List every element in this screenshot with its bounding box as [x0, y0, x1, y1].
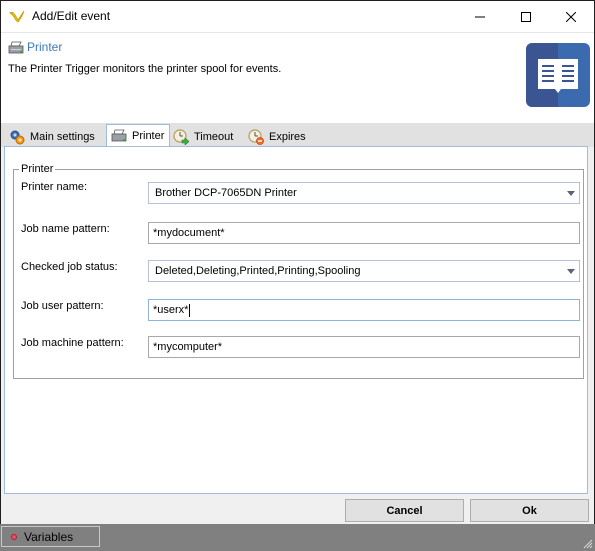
status-dot-icon — [11, 533, 17, 540]
job-user-pattern-value: *userx* — [153, 304, 189, 316]
trigger-description: The Printer Trigger monitors the printer… — [8, 63, 282, 75]
tab-label: Printer — [132, 130, 165, 142]
tab-expires[interactable]: Expires — [248, 126, 306, 147]
job-machine-pattern-label: Job machine pattern: — [21, 337, 124, 349]
add-edit-event-dialog: Add/Edit event Printer The Printer Trigg… — [0, 0, 595, 524]
app-logo-icon — [9, 10, 25, 23]
checked-job-status-label: Checked job status: — [21, 261, 118, 273]
tab-label: Timeout — [194, 130, 234, 143]
printer-name-dropdown[interactable]: Brother DCP-7065DN Printer — [148, 182, 580, 204]
tab-printer[interactable]: Printer — [106, 124, 171, 147]
job-name-pattern-label: Job name pattern: — [21, 223, 110, 235]
book-icon — [526, 43, 590, 107]
job-machine-pattern-value: *mycomputer* — [153, 341, 223, 353]
printer-icon — [111, 129, 127, 142]
checked-job-status-value: Deleted,Deleting,Printed,Printing,Spooli… — [155, 265, 361, 277]
maximize-button[interactable] — [503, 1, 549, 32]
close-button[interactable] — [548, 1, 594, 32]
job-name-pattern-input[interactable]: *mydocument* — [148, 222, 580, 244]
clock-stop-icon — [248, 128, 264, 145]
variables-label: Variables — [24, 529, 74, 544]
group-legend: Printer — [21, 163, 54, 175]
checked-job-status-dropdown[interactable]: Deleted,Deleting,Printed,Printing,Spooli… — [148, 260, 580, 282]
job-user-pattern-input[interactable]: *userx* — [148, 299, 580, 321]
trigger-title: Printer — [27, 40, 63, 54]
tab-label: Main settings — [30, 130, 95, 143]
printer-name-value: Brother DCP-7065DN Printer — [155, 187, 297, 199]
chevron-down-icon[interactable] — [567, 269, 575, 274]
status-bar: Variables — [0, 524, 595, 551]
window-title: Add/Edit event — [32, 9, 111, 23]
job-user-pattern-label: Job user pattern: — [21, 300, 104, 312]
tab-strip: Main settings Printer Timeout Expires — [1, 123, 594, 147]
cancel-button[interactable]: Cancel — [345, 499, 464, 522]
maximize-icon — [521, 11, 531, 22]
printer-tab-panel: Printer Printer name: Brother DCP-7065DN… — [4, 146, 588, 494]
resize-grip-icon[interactable] — [581, 537, 593, 549]
printer-name-label: Printer name: — [21, 181, 88, 193]
printer-icon — [8, 41, 24, 54]
minimize-button[interactable] — [457, 1, 503, 32]
title-bar: Add/Edit event — [1, 1, 594, 32]
tab-label: Expires — [269, 130, 306, 143]
trigger-header: Printer The Printer Trigger monitors the… — [1, 32, 594, 123]
close-icon — [566, 11, 576, 22]
chevron-down-icon[interactable] — [567, 191, 575, 196]
tab-main-settings[interactable]: Main settings — [9, 126, 95, 147]
tab-timeout[interactable]: Timeout — [173, 126, 233, 147]
minimize-icon — [475, 16, 485, 17]
job-machine-pattern-input[interactable]: *mycomputer* — [148, 336, 580, 358]
gears-icon — [10, 130, 25, 144]
text-cursor — [189, 303, 191, 317]
clock-arrow-icon — [173, 128, 189, 145]
job-name-pattern-value: *mydocument* — [153, 227, 225, 239]
ok-button[interactable]: Ok — [470, 499, 589, 522]
variables-button[interactable]: Variables — [1, 526, 100, 547]
